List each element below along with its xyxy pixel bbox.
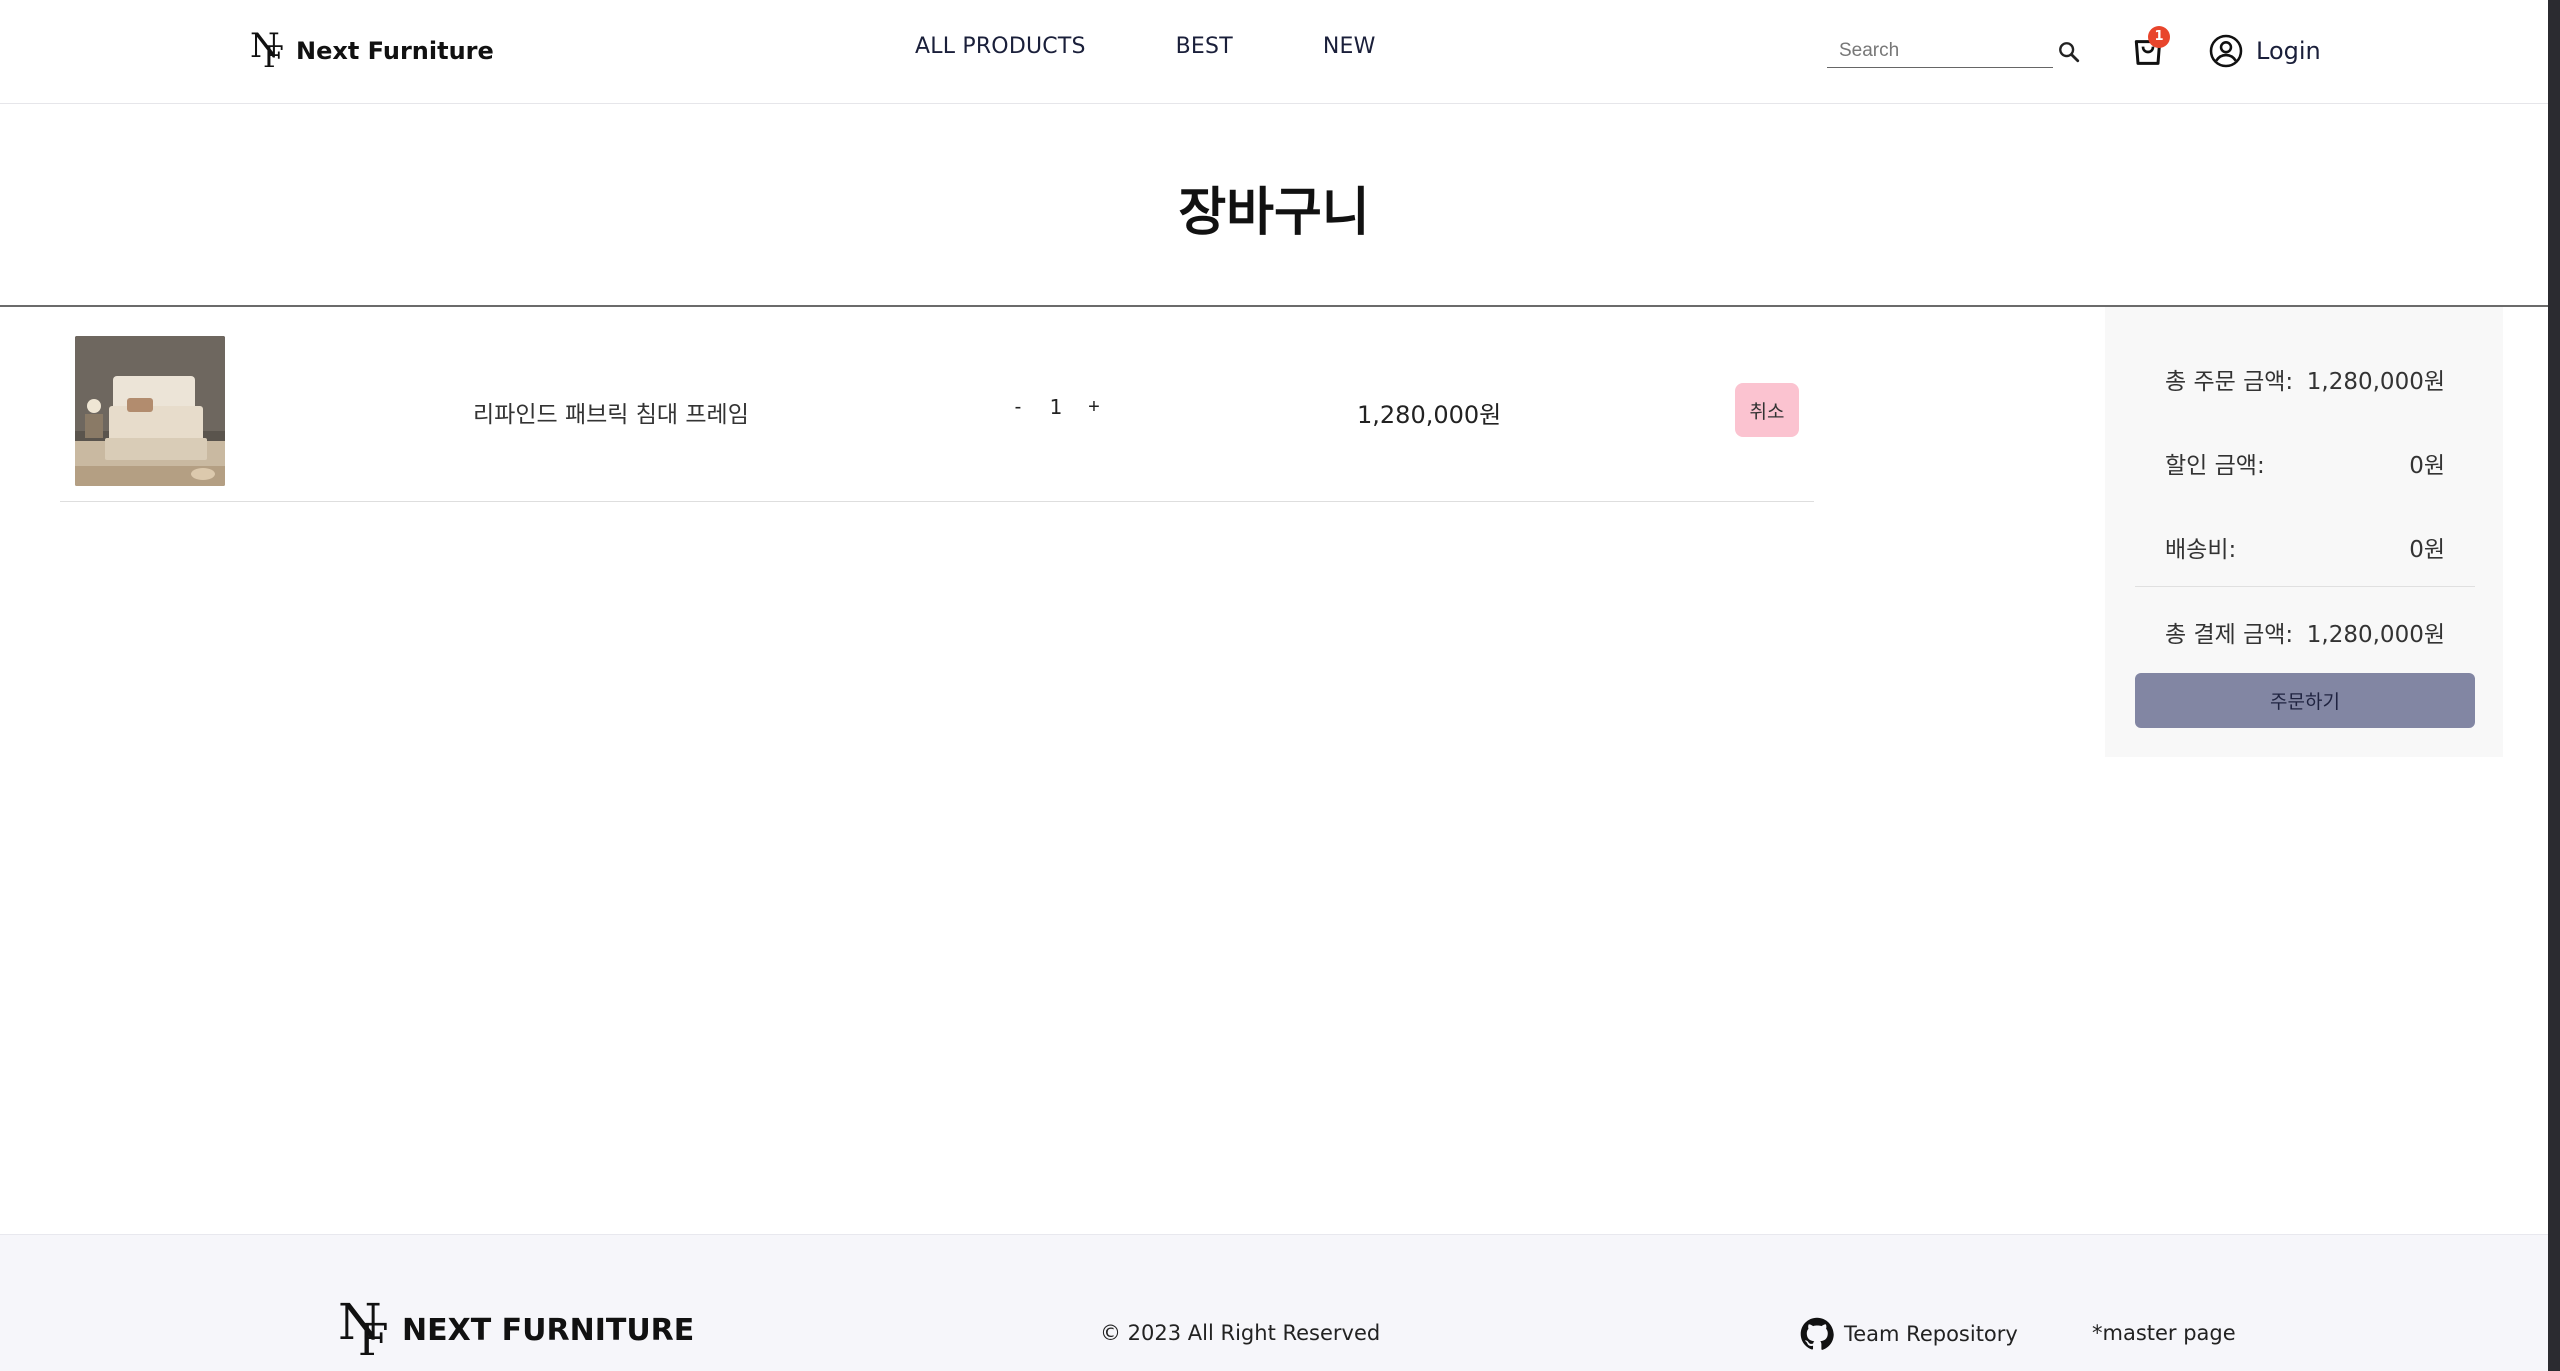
page-title: 장바구니 [1178, 183, 1370, 243]
summary-divider [2135, 586, 2475, 587]
quantity-stepper: - 1 + [1000, 395, 1112, 419]
quantity-value: 1 [1049, 395, 1063, 419]
login-label: Login [2256, 37, 2321, 65]
search-input[interactable] [1827, 34, 2053, 68]
user-circle-icon [2209, 34, 2243, 68]
discount-value: 0원 [2409, 453, 2445, 479]
main-nav: ALL PRODUCTS BEST NEW [915, 34, 1376, 59]
summary-shipping: 배송비: 0원 [2165, 530, 2445, 564]
total-payment-value: 1,280,000원 [2306, 622, 2445, 648]
product-name[interactable]: 리파인드 패브릭 침대 프레임 [473, 395, 749, 429]
nf-logo-mark-icon: N F [338, 1293, 389, 1366]
login-button[interactable]: Login [2208, 32, 2321, 70]
summary-total-order: 총 주문 금액: 1,280,000원 [2165, 362, 2445, 396]
cart-item-row: 리파인드 패브릭 침대 프레임 - 1 + 1,280,000원 취소 [60, 307, 1814, 502]
search-bar [1827, 34, 2081, 70]
brand-name: Next Furniture [296, 37, 494, 65]
scrollbar[interactable] [2548, 0, 2560, 1371]
shipping-label: 배송비: [2165, 537, 2237, 563]
cancel-button[interactable]: 취소 [1735, 383, 1799, 437]
bed-product-image [75, 336, 225, 486]
nav-all-products[interactable]: ALL PRODUCTS [915, 34, 1086, 59]
nav-new[interactable]: NEW [1323, 34, 1376, 59]
total-payment-label: 총 결제 금액: [2165, 622, 2294, 648]
shipping-value: 0원 [2409, 537, 2445, 563]
team-repository-link[interactable]: Team Repository [1800, 1317, 2018, 1351]
increment-button[interactable]: + [1076, 396, 1112, 419]
master-page-link[interactable]: *master page [2092, 1321, 2236, 1345]
github-icon [1800, 1317, 1834, 1350]
site-footer: N F NEXT FURNITURE © 2023 All Right Rese… [0, 1234, 2548, 1371]
cart-count-badge: 1 [2148, 26, 2170, 48]
brand-logo[interactable]: N F Next Furniture [250, 28, 494, 74]
footer-brand-name: NEXT FURNITURE [402, 1312, 695, 1348]
place-order-button[interactable]: 주문하기 [2135, 673, 2475, 728]
footer-logo[interactable]: N F NEXT FURNITURE [338, 1297, 694, 1363]
product-thumbnail[interactable] [75, 336, 225, 486]
decrement-button[interactable]: - [1000, 396, 1036, 419]
search-icon[interactable] [2055, 38, 2083, 66]
team-repository-label: Team Repository [1844, 1322, 2018, 1346]
item-price: 1,280,000원 [1357, 401, 1502, 429]
copyright-text: © 2023 All Right Reserved [1100, 1321, 1381, 1345]
discount-label: 할인 금액: [2165, 453, 2265, 479]
total-order-value: 1,280,000원 [2306, 369, 2445, 395]
summary-total-payment: 총 결제 금액: 1,280,000원 [2165, 615, 2445, 649]
summary-discount: 할인 금액: 0원 [2165, 446, 2445, 480]
total-order-label: 총 주문 금액: [2165, 369, 2294, 395]
order-summary-panel: 총 주문 금액: 1,280,000원 할인 금액: 0원 배송비: 0원 총 … [2105, 307, 2503, 757]
site-header: N F Next Furniture ALL PRODUCTS BEST NEW… [0, 0, 2548, 104]
nf-logo-mark-icon: N F [250, 26, 284, 75]
nav-best[interactable]: BEST [1176, 34, 1233, 59]
